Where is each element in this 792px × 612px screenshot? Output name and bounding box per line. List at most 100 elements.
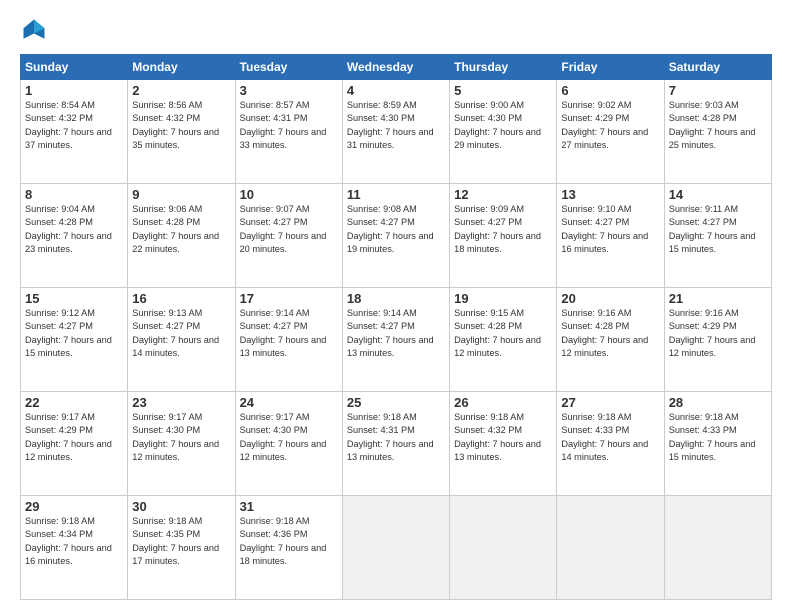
day-info: Sunrise: 9:16 AMSunset: 4:29 PMDaylight:… — [669, 307, 767, 360]
day-info: Sunrise: 9:17 AMSunset: 4:30 PMDaylight:… — [132, 411, 230, 464]
day-number: 2 — [132, 83, 230, 98]
day-info: Sunrise: 9:06 AMSunset: 4:28 PMDaylight:… — [132, 203, 230, 256]
calendar-week-row: 8Sunrise: 9:04 AMSunset: 4:28 PMDaylight… — [21, 184, 772, 288]
day-number: 21 — [669, 291, 767, 306]
calendar-day-cell: 20Sunrise: 9:16 AMSunset: 4:28 PMDayligh… — [557, 288, 664, 392]
day-number: 27 — [561, 395, 659, 410]
calendar-body: 1Sunrise: 8:54 AMSunset: 4:32 PMDaylight… — [21, 80, 772, 600]
calendar-day-cell: 6Sunrise: 9:02 AMSunset: 4:29 PMDaylight… — [557, 80, 664, 184]
calendar-day-cell: 26Sunrise: 9:18 AMSunset: 4:32 PMDayligh… — [450, 392, 557, 496]
calendar-day-cell: 12Sunrise: 9:09 AMSunset: 4:27 PMDayligh… — [450, 184, 557, 288]
calendar-day-cell: 31Sunrise: 9:18 AMSunset: 4:36 PMDayligh… — [235, 496, 342, 600]
calendar-day-cell: 13Sunrise: 9:10 AMSunset: 4:27 PMDayligh… — [557, 184, 664, 288]
calendar-day-cell: 10Sunrise: 9:07 AMSunset: 4:27 PMDayligh… — [235, 184, 342, 288]
day-info: Sunrise: 9:02 AMSunset: 4:29 PMDaylight:… — [561, 99, 659, 152]
calendar-day-cell: 1Sunrise: 8:54 AMSunset: 4:32 PMDaylight… — [21, 80, 128, 184]
day-info: Sunrise: 9:18 AMSunset: 4:33 PMDaylight:… — [669, 411, 767, 464]
calendar-day-cell: 2Sunrise: 8:56 AMSunset: 4:32 PMDaylight… — [128, 80, 235, 184]
calendar-header-row: SundayMondayTuesdayWednesdayThursdayFrid… — [21, 55, 772, 80]
calendar-week-row: 22Sunrise: 9:17 AMSunset: 4:29 PMDayligh… — [21, 392, 772, 496]
day-number: 10 — [240, 187, 338, 202]
day-number: 25 — [347, 395, 445, 410]
day-number: 29 — [25, 499, 123, 514]
calendar-week-row: 29Sunrise: 9:18 AMSunset: 4:34 PMDayligh… — [21, 496, 772, 600]
calendar-day-cell: 23Sunrise: 9:17 AMSunset: 4:30 PMDayligh… — [128, 392, 235, 496]
calendar-day-cell: 15Sunrise: 9:12 AMSunset: 4:27 PMDayligh… — [21, 288, 128, 392]
calendar-week-row: 15Sunrise: 9:12 AMSunset: 4:27 PMDayligh… — [21, 288, 772, 392]
logo — [20, 16, 52, 44]
day-number: 7 — [669, 83, 767, 98]
calendar-day-cell — [557, 496, 664, 600]
day-number: 1 — [25, 83, 123, 98]
weekday-header: Tuesday — [235, 55, 342, 80]
day-info: Sunrise: 9:10 AMSunset: 4:27 PMDaylight:… — [561, 203, 659, 256]
day-info: Sunrise: 9:18 AMSunset: 4:32 PMDaylight:… — [454, 411, 552, 464]
calendar-day-cell: 17Sunrise: 9:14 AMSunset: 4:27 PMDayligh… — [235, 288, 342, 392]
calendar-day-cell: 28Sunrise: 9:18 AMSunset: 4:33 PMDayligh… — [664, 392, 771, 496]
day-info: Sunrise: 9:16 AMSunset: 4:28 PMDaylight:… — [561, 307, 659, 360]
day-number: 11 — [347, 187, 445, 202]
calendar-day-cell: 29Sunrise: 9:18 AMSunset: 4:34 PMDayligh… — [21, 496, 128, 600]
day-number: 31 — [240, 499, 338, 514]
calendar-day-cell — [342, 496, 449, 600]
day-number: 26 — [454, 395, 552, 410]
day-number: 22 — [25, 395, 123, 410]
day-info: Sunrise: 9:04 AMSunset: 4:28 PMDaylight:… — [25, 203, 123, 256]
weekday-header: Wednesday — [342, 55, 449, 80]
day-number: 23 — [132, 395, 230, 410]
day-number: 17 — [240, 291, 338, 306]
calendar-day-cell: 9Sunrise: 9:06 AMSunset: 4:28 PMDaylight… — [128, 184, 235, 288]
calendar-day-cell: 18Sunrise: 9:14 AMSunset: 4:27 PMDayligh… — [342, 288, 449, 392]
day-number: 30 — [132, 499, 230, 514]
day-info: Sunrise: 8:59 AMSunset: 4:30 PMDaylight:… — [347, 99, 445, 152]
calendar-day-cell — [450, 496, 557, 600]
weekday-header: Sunday — [21, 55, 128, 80]
day-info: Sunrise: 9:09 AMSunset: 4:27 PMDaylight:… — [454, 203, 552, 256]
day-info: Sunrise: 8:56 AMSunset: 4:32 PMDaylight:… — [132, 99, 230, 152]
day-number: 5 — [454, 83, 552, 98]
calendar-day-cell: 22Sunrise: 9:17 AMSunset: 4:29 PMDayligh… — [21, 392, 128, 496]
day-info: Sunrise: 9:13 AMSunset: 4:27 PMDaylight:… — [132, 307, 230, 360]
day-info: Sunrise: 9:14 AMSunset: 4:27 PMDaylight:… — [347, 307, 445, 360]
day-number: 4 — [347, 83, 445, 98]
day-number: 16 — [132, 291, 230, 306]
day-info: Sunrise: 9:18 AMSunset: 4:36 PMDaylight:… — [240, 515, 338, 568]
day-info: Sunrise: 9:18 AMSunset: 4:33 PMDaylight:… — [561, 411, 659, 464]
day-number: 15 — [25, 291, 123, 306]
day-info: Sunrise: 9:14 AMSunset: 4:27 PMDaylight:… — [240, 307, 338, 360]
day-number: 8 — [25, 187, 123, 202]
calendar-day-cell: 19Sunrise: 9:15 AMSunset: 4:28 PMDayligh… — [450, 288, 557, 392]
calendar-day-cell: 25Sunrise: 9:18 AMSunset: 4:31 PMDayligh… — [342, 392, 449, 496]
day-info: Sunrise: 9:18 AMSunset: 4:34 PMDaylight:… — [25, 515, 123, 568]
day-info: Sunrise: 9:07 AMSunset: 4:27 PMDaylight:… — [240, 203, 338, 256]
calendar-day-cell: 3Sunrise: 8:57 AMSunset: 4:31 PMDaylight… — [235, 80, 342, 184]
day-info: Sunrise: 8:54 AMSunset: 4:32 PMDaylight:… — [25, 99, 123, 152]
day-info: Sunrise: 9:03 AMSunset: 4:28 PMDaylight:… — [669, 99, 767, 152]
logo-icon — [20, 16, 48, 44]
calendar-week-row: 1Sunrise: 8:54 AMSunset: 4:32 PMDaylight… — [21, 80, 772, 184]
day-number: 19 — [454, 291, 552, 306]
calendar-day-cell: 5Sunrise: 9:00 AMSunset: 4:30 PMDaylight… — [450, 80, 557, 184]
weekday-header: Monday — [128, 55, 235, 80]
day-info: Sunrise: 8:57 AMSunset: 4:31 PMDaylight:… — [240, 99, 338, 152]
calendar-day-cell: 14Sunrise: 9:11 AMSunset: 4:27 PMDayligh… — [664, 184, 771, 288]
calendar-day-cell: 8Sunrise: 9:04 AMSunset: 4:28 PMDaylight… — [21, 184, 128, 288]
day-info: Sunrise: 9:08 AMSunset: 4:27 PMDaylight:… — [347, 203, 445, 256]
day-number: 18 — [347, 291, 445, 306]
day-number: 14 — [669, 187, 767, 202]
day-info: Sunrise: 9:18 AMSunset: 4:31 PMDaylight:… — [347, 411, 445, 464]
day-info: Sunrise: 9:11 AMSunset: 4:27 PMDaylight:… — [669, 203, 767, 256]
day-number: 9 — [132, 187, 230, 202]
day-info: Sunrise: 9:12 AMSunset: 4:27 PMDaylight:… — [25, 307, 123, 360]
weekday-header: Saturday — [664, 55, 771, 80]
day-number: 6 — [561, 83, 659, 98]
calendar-day-cell: 24Sunrise: 9:17 AMSunset: 4:30 PMDayligh… — [235, 392, 342, 496]
calendar-day-cell — [664, 496, 771, 600]
weekday-header: Friday — [557, 55, 664, 80]
calendar-day-cell: 11Sunrise: 9:08 AMSunset: 4:27 PMDayligh… — [342, 184, 449, 288]
calendar-day-cell: 7Sunrise: 9:03 AMSunset: 4:28 PMDaylight… — [664, 80, 771, 184]
calendar-day-cell: 16Sunrise: 9:13 AMSunset: 4:27 PMDayligh… — [128, 288, 235, 392]
day-number: 3 — [240, 83, 338, 98]
day-number: 28 — [669, 395, 767, 410]
weekday-header: Thursday — [450, 55, 557, 80]
